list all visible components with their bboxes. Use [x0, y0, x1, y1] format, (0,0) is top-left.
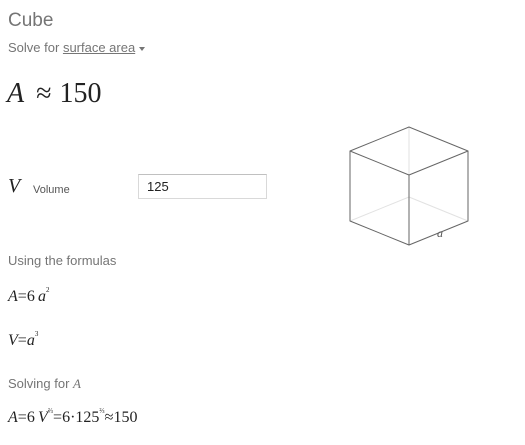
solving-exponent: ⅔: [47, 406, 54, 415]
formula-area-lhs: A: [8, 288, 18, 305]
cube-hidden-edge-right: [408, 196, 469, 222]
formula-volume: V=a3: [8, 329, 39, 350]
cube-edge-label: a: [437, 226, 443, 240]
solving-eq: =: [17, 409, 27, 426]
formula-area-exponent: 2: [46, 285, 50, 294]
formulas-heading: Using the formulas: [8, 253, 117, 268]
cube-diagram: a: [349, 126, 469, 246]
solve-for-label: Solve for: [8, 40, 60, 55]
result-value: 150: [59, 78, 102, 109]
solving-number: 125: [75, 409, 100, 426]
volume-input[interactable]: [138, 174, 267, 199]
volume-label: Volume: [33, 184, 70, 196]
result-line: A ≈150: [7, 78, 101, 110]
solving-lhs: A: [8, 409, 18, 426]
formula-area-coef: 6: [26, 288, 35, 305]
cube-hidden-edge-left: [349, 196, 410, 222]
solving-exponent2: ⅔: [99, 406, 105, 415]
formula-area-var: a: [38, 288, 47, 305]
formula-volume-var: a: [26, 332, 35, 349]
volume-symbol: V: [8, 175, 21, 197]
formula-area: A=6 a2: [8, 285, 50, 306]
solve-target-label: surface area: [62, 40, 136, 55]
solve-target-dropdown[interactable]: surface area: [62, 40, 146, 55]
chevron-down-icon: [139, 46, 146, 51]
result-approx-sign: ≈: [36, 78, 52, 109]
solving-coef: 6: [26, 409, 35, 426]
result-variable: A: [7, 78, 25, 109]
solving-coef2: 6: [62, 409, 71, 426]
formula-volume-eq: =: [17, 332, 27, 349]
solving-heading-label: Solving for: [8, 376, 70, 391]
solving-var: V: [38, 409, 48, 426]
solving-heading: Solving for A: [8, 376, 81, 392]
solve-for-row: Solve for surface area: [8, 40, 146, 55]
formula-volume-exponent: 3: [34, 329, 39, 338]
solving-formula: A=6 V⅔=6·125⅔≈150: [8, 406, 138, 427]
solving-variable: A: [73, 376, 81, 391]
formula-area-eq: =: [17, 288, 27, 305]
page-title: Cube: [8, 10, 54, 31]
solving-value: 150: [113, 409, 138, 426]
solving-eq2: =: [53, 409, 63, 426]
formula-volume-lhs: V: [8, 332, 18, 349]
